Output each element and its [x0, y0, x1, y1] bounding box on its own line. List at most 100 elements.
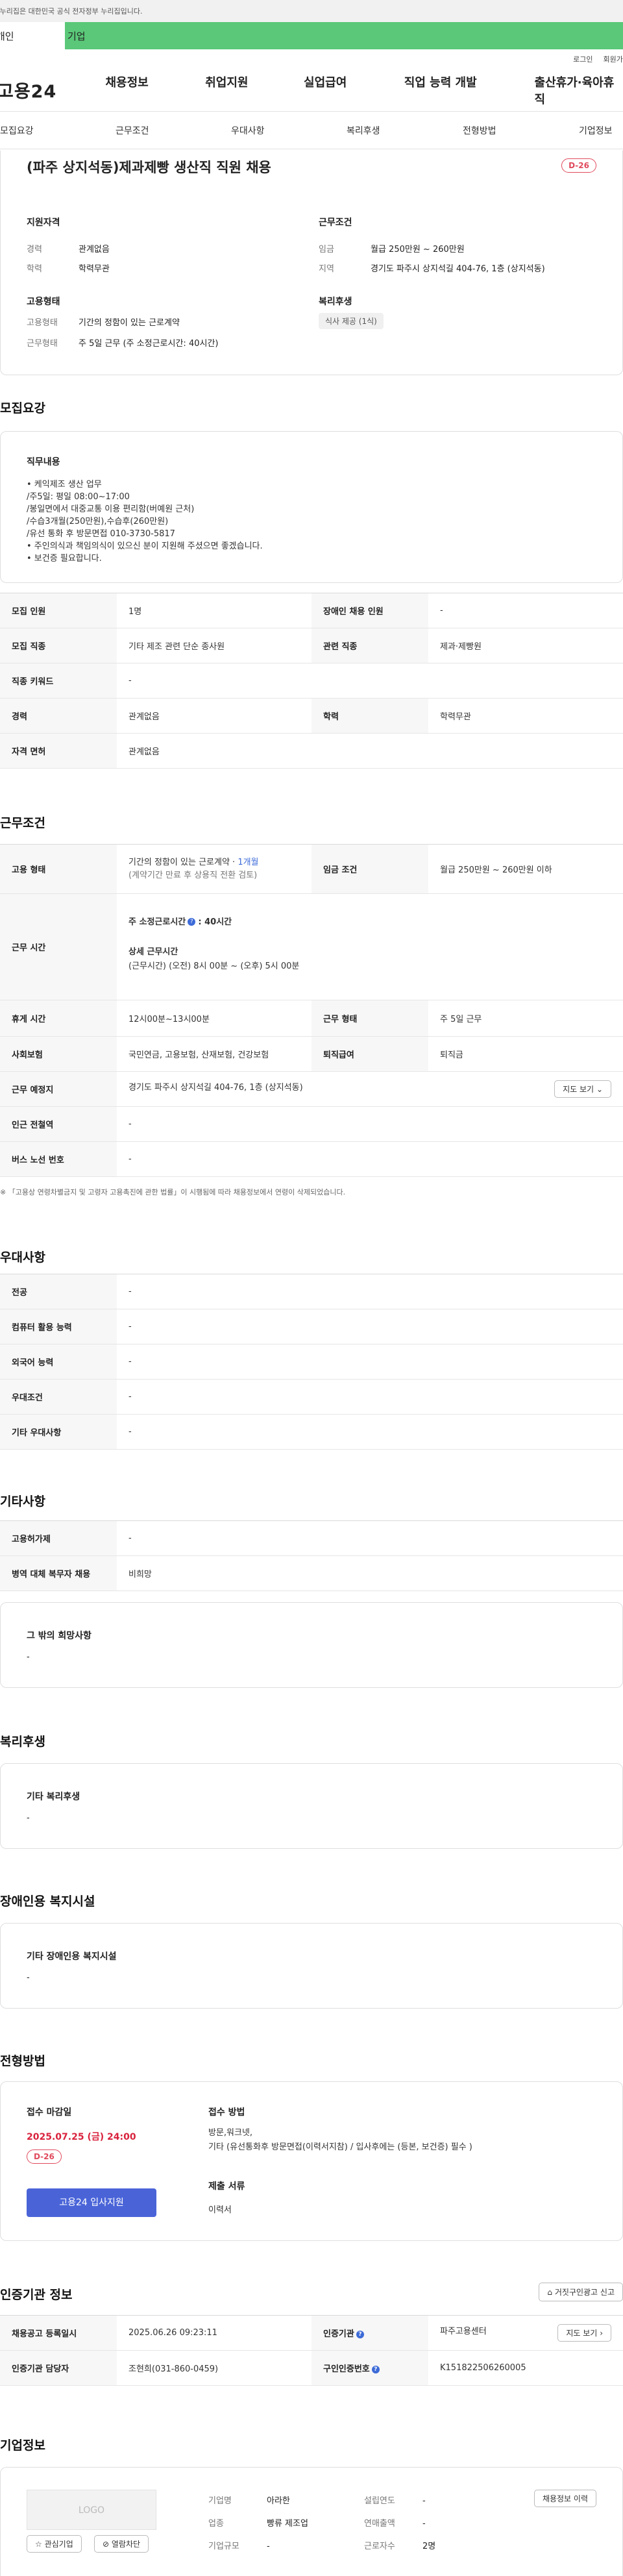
nav-vocational-training[interactable]: 직업 능력 개발 [404, 73, 535, 107]
row-value: - [117, 1274, 623, 1309]
nav-parental-leave[interactable]: 출산휴가·육아휴직 [535, 73, 623, 107]
row-value: 경기도 파주시 상지석길 404-76, 1층 (상지석동) 지도 보기 ⌄ [117, 1071, 623, 1107]
row-label: 외국어 능력 [0, 1344, 117, 1380]
table-row: 고용허가제 - [0, 1520, 623, 1556]
interest-button[interactable]: ☆ 관심기업 [27, 2535, 82, 2553]
dday-badge: D-26 [561, 158, 596, 173]
emp-label: 고용형태 [27, 318, 58, 328]
tab-personal[interactable]: 개인 [0, 22, 65, 49]
row-label: 자격 면허 [0, 733, 117, 769]
field-label: 업종 [208, 2519, 224, 2529]
row-label: 사회보험 [0, 1036, 117, 1072]
logo-placeholder-text: LOGO [78, 2505, 105, 2516]
row-label: 근무 시간 [0, 893, 117, 1000]
nav-job-info[interactable]: 채용정보 [105, 73, 205, 107]
row-value: - [117, 1106, 623, 1142]
history-button-label: 채용정보 이력 [542, 2494, 588, 2503]
table-row: 직종 키워드 - [0, 663, 623, 699]
cert-map-button[interactable]: 지도 보기 › [557, 2324, 611, 2342]
docs-value: 이력서 [208, 2205, 232, 2215]
field-label: 설립연도 [364, 2496, 395, 2506]
nav-unemployment-benefit[interactable]: 실업급여 [304, 73, 404, 107]
qual-value: 관계없음 [79, 245, 110, 254]
row-value: 1명 [117, 593, 312, 628]
report-button[interactable]: ⌂ 거짓구인광고 신고 [539, 2283, 623, 2301]
row-value: 12시00분~13시00분 [117, 1000, 312, 1037]
company-fields-left: 기업명 아라한 업종 빵류 제조업 기업규모 - [208, 2490, 308, 2558]
chevron-right-icon: › [600, 2329, 603, 2338]
company-logo: LOGO [27, 2490, 156, 2530]
field-value: - [267, 2542, 270, 2551]
emp-type-text: 기간의 정함이 있는 근로계약 · [128, 857, 238, 867]
block-button[interactable]: ⊘ 열람차단 [94, 2535, 149, 2553]
etc-table: 고용허가제 - 병역 대체 복무자 채용 비희망 [0, 1520, 623, 1591]
cond-label: 지역 [319, 264, 334, 274]
row-value: 주 소정근로시간? : 40시간 상세 근무시간 (근무시간) (오전) 8시 … [117, 893, 623, 1000]
row-label: 장애인 채용 인원 [312, 593, 428, 628]
row-value: 2025.06.26 09:23:11 [117, 2315, 312, 2351]
main-nav: 고용24 채용정보 취업지원 실업급여 직업 능력 개발 출산휴가·육아휴직 [0, 69, 623, 112]
row-value: 학력무관 [428, 698, 623, 734]
section-nav-company[interactable]: 기업정보 [579, 124, 613, 137]
method-title: 접수 방법 [208, 2107, 245, 2118]
weekly-hours-label: 주 소정근로시간 [128, 917, 186, 927]
qual-list: 경력 관계없음 학력 학력무관 [27, 240, 286, 279]
etc-section-title: 기타사항 [0, 1494, 45, 1509]
disabled-value: - [27, 1973, 30, 1983]
welfare-tag: 식사 제공 (1식) [319, 313, 384, 329]
section-nav-work[interactable]: 근무조건 [116, 124, 149, 137]
section-nav: 모집요강 근무조건 우대사항 복리후생 전형방법 기업정보 [0, 112, 623, 149]
gov-notice-bar: 이 누리집은 대한민국 공식 전자정부 누리집입니다. [0, 0, 623, 22]
cert-map-button-label: 지도 보기 [566, 2329, 598, 2338]
section-nav-recruit[interactable]: 모집요강 [0, 124, 34, 137]
info-icon[interactable]: ? [356, 2330, 364, 2338]
row-value: 월급 250만원 ~ 260만원 이하 [428, 844, 623, 894]
company-section-title: 기업정보 [0, 2438, 45, 2453]
process-section-title: 전형방법 [0, 2054, 45, 2068]
info-icon[interactable]: ? [188, 918, 196, 926]
row-value: 주 5일 근무 [428, 1000, 623, 1037]
summary-card: (파주 상지석동)제과제빵 생산직 직원 채용 D-26 지원자격 경력 관계없음… [0, 151, 623, 375]
qual-label: 학력 [27, 264, 42, 274]
login-link[interactable]: 로그인 [573, 54, 592, 64]
method-text: 방문,워크넷, 기타 (유선통화후 방문면접(이력서지참) / 입사후에는 (등… [208, 2126, 472, 2155]
cond-title: 근무조건 [319, 217, 352, 228]
row-label: 우대조건 [0, 1379, 117, 1415]
recruit-section-title: 모집요강 [0, 401, 45, 415]
emp-list: 고용형태 기간의 정함이 있는 근로계약 근무형태 주 5일 근무 (주 소정근로시… [27, 313, 299, 354]
field-value: 2명 [422, 2542, 436, 2551]
row-label: 기타 우대사항 [0, 1414, 117, 1450]
table-row: 컴퓨터 활용 능력 - [0, 1309, 623, 1344]
site-logo[interactable]: 고용24 [0, 77, 105, 103]
table-row: 근무 시간 주 소정근로시간? : 40시간 상세 근무시간 (근무시간) (오… [0, 893, 623, 1000]
util-links: 로그인 회원가입 [0, 49, 623, 69]
table-row: 고용 형태 기간의 정함이 있는 근로계약 · 1개월 (계약기간 만료 후 상… [0, 844, 623, 894]
apply-button[interactable]: 고용24 입사지원 [27, 2188, 156, 2217]
map-button[interactable]: 지도 보기 ⌄ [554, 1080, 611, 1098]
section-nav-process[interactable]: 전형방법 [463, 124, 496, 137]
wish-card: 그 밖의 희망사항 - [0, 1602, 623, 1688]
weekly-hours-value: : 40시간 [198, 917, 232, 927]
row-label: 채용공고 등록일시 [0, 2315, 117, 2351]
tab-company[interactable]: 기업 [65, 22, 623, 49]
row-label: 학력 [312, 698, 428, 734]
row-value: - [117, 1379, 623, 1415]
method-line: 기타 (유선통화후 방문면접(이력서지참) / 입사후에는 (등본, 보건증) … [208, 2142, 472, 2152]
history-button[interactable]: 채용정보 이력 [533, 2490, 596, 2507]
table-row: 병역 대체 복무자 채용 비희망 [0, 1555, 623, 1591]
row-value: 퇴직금 [428, 1036, 623, 1072]
row-value: - [117, 1344, 623, 1380]
row-value: - [117, 1520, 623, 1556]
emp-label: 근무형태 [27, 339, 58, 349]
block-button-label: 열람차단 [111, 2540, 141, 2549]
process-card: 접수 마감일 2025.07.25 (금) 24:00 D-26 고용24 입사… [0, 2081, 623, 2241]
nav-employment-support[interactable]: 취업지원 [205, 73, 304, 107]
section-nav-pref[interactable]: 우대사항 [231, 124, 265, 137]
table-row: 근무 예정지 경기도 파주시 상지석길 404-76, 1층 (상지석동) 지도… [0, 1071, 623, 1107]
section-nav-welfare[interactable]: 복리후생 [347, 124, 380, 137]
signup-link[interactable]: 회원가입 [604, 54, 623, 64]
age-note: ※ 「고용상 연령차별금지 및 고령자 고용촉진에 관한 법률」이 시행됨에 따… [0, 1188, 346, 1196]
table-row: 휴게 시간 12시00분~13시00분 근무 형태 주 5일 근무 [0, 1000, 623, 1037]
info-icon[interactable]: ? [371, 2365, 380, 2373]
row-label: 근무 형태 [312, 1000, 428, 1037]
